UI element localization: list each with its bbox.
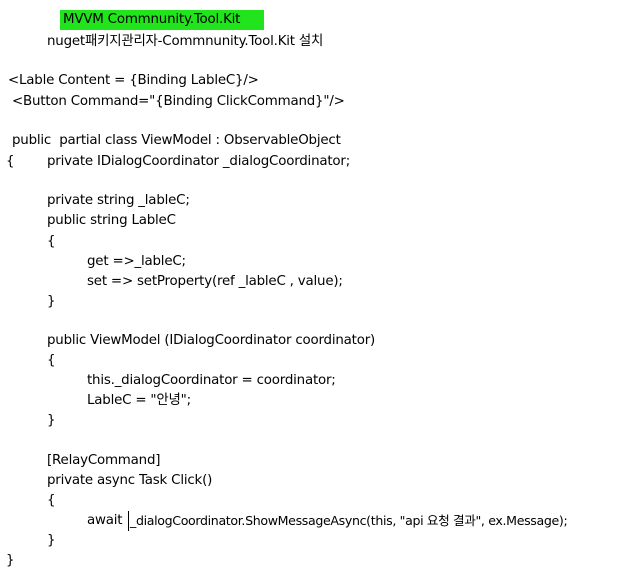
code-line: } (47, 533, 56, 548)
code-line: get =>_lableC; (87, 254, 186, 269)
code-line: public ViewModel (IDialogCoordinator coo… (47, 333, 376, 348)
code-line: { (6, 154, 15, 169)
code-line: private async Task Click() (47, 473, 213, 488)
code-line: { (47, 493, 56, 508)
code-line: } (6, 553, 15, 568)
code-line: MVVM Commnunity.Tool.Kit (63, 12, 241, 27)
code-line: nuget패키지관리자-Commnunity.Tool.Kit 설치 (47, 34, 324, 49)
code-line: await (87, 513, 123, 528)
code-line: LableC = "안녕"; (87, 393, 191, 408)
code-line: private IDialogCoordinator _dialogCoordi… (47, 154, 351, 169)
code-line: <Lable Content = {Binding LableC}/> (8, 73, 259, 88)
code-line: { (47, 234, 56, 249)
text-caret (128, 511, 129, 531)
code-line: set => setProperty(ref _lableC , value); (87, 274, 343, 289)
code-line: } (47, 294, 56, 309)
code-line: [RelayCommand] (47, 453, 161, 468)
code-line: private string _lableC; (47, 193, 190, 208)
code-line: <Button Command="{Binding ClickCommand}"… (12, 94, 345, 109)
code-line: _dialogCoordinator.ShowMessageAsync(this… (130, 513, 568, 528)
code-line: this._dialogCoordinator = coordinator; (87, 373, 336, 388)
code-line: public string LableC (47, 213, 176, 228)
code-line: } (47, 413, 56, 428)
code-line: { (47, 353, 56, 368)
code-line: public partial class ViewModel : Observa… (12, 133, 341, 148)
code-document: MVVM Commnunity.Tool.Kit nuget패키지관리자-Com… (0, 0, 633, 575)
